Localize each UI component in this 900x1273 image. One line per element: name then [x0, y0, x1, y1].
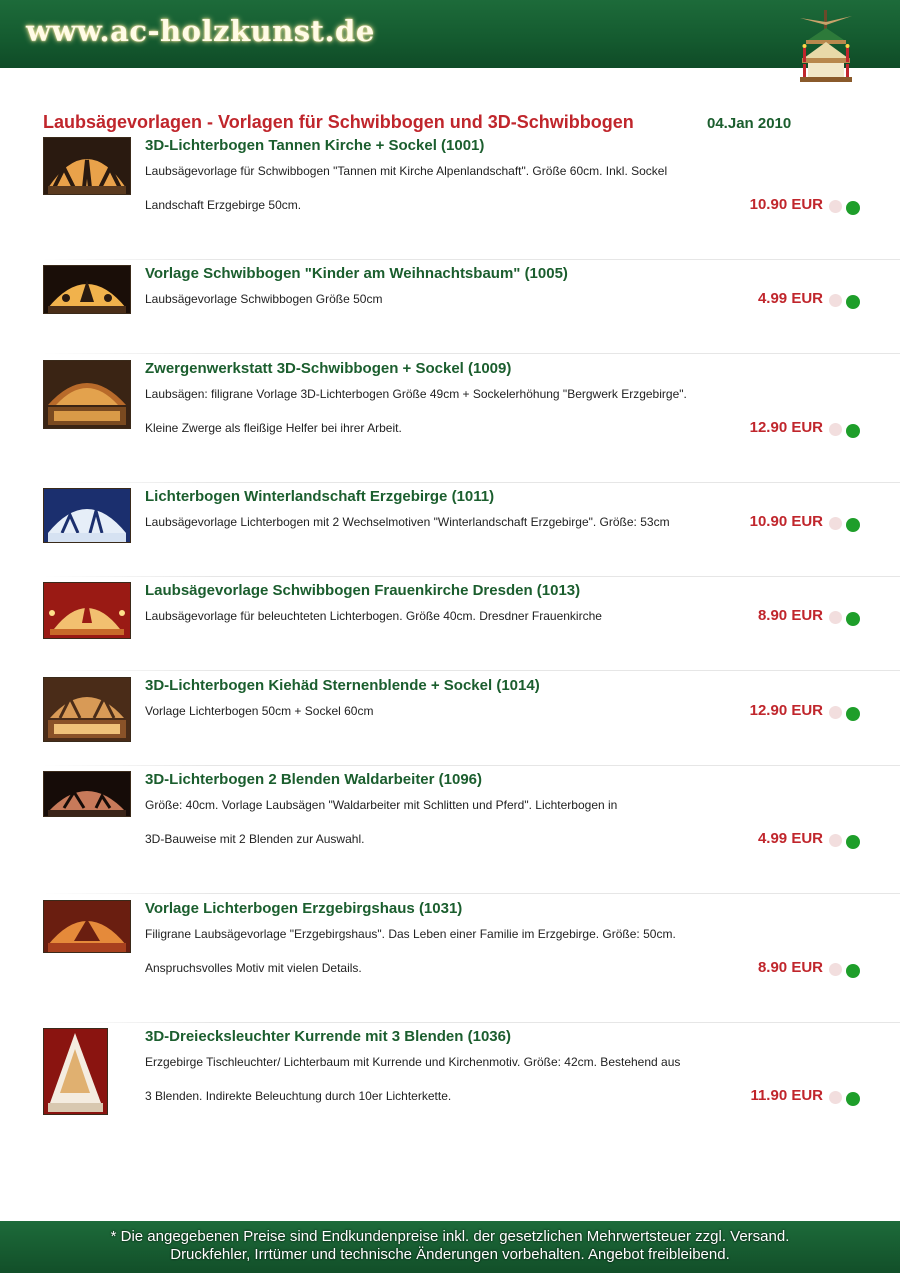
row-divider: [43, 353, 900, 354]
christmas-pyramid-logo: [800, 10, 852, 82]
product-price: 8.90 EUR: [757, 607, 823, 624]
product-thumbnail[interactable]: [43, 900, 131, 953]
product-thumbnail[interactable]: [43, 771, 131, 817]
product-description: Laubsägen: filigrane Vorlage 3D-Lichterb…: [145, 387, 687, 401]
footer-line-2: Druckfehler, Irrtümer und technische Änd…: [170, 1246, 730, 1263]
product-thumbnail[interactable]: [43, 582, 131, 639]
product-thumbnail[interactable]: [43, 137, 131, 195]
product-title[interactable]: 3D-Lichterbogen Kiehäd Sternenblende + S…: [145, 677, 540, 694]
product-description: Erzgebirge Tischleuchter/ Lichterbaum mi…: [145, 1055, 681, 1069]
product-title[interactable]: 3D-Lichterbogen 2 Blenden Waldarbeiter (…: [145, 771, 482, 788]
product-title[interactable]: Vorlage Lichterbogen Erzgebirgshaus (103…: [145, 900, 462, 917]
availability-indicator: [829, 610, 863, 626]
product-title[interactable]: Vorlage Schwibbogen "Kinder am Weihnacht…: [145, 265, 568, 282]
product-description-continued: Kleine Zwerge als fleißige Helfer bei ih…: [145, 421, 402, 435]
product-description: Laubsägevorlage für beleuchteten Lichter…: [145, 609, 602, 623]
product-price: 10.90 EUR: [749, 513, 823, 530]
product-description-continued: 3 Blenden. Indirekte Beleuchtung durch 1…: [145, 1089, 452, 1103]
product-price: 4.99 EUR: [757, 830, 823, 847]
row-divider: [43, 576, 900, 577]
product-price: 10.90 EUR: [749, 196, 823, 213]
site-header: www.ac-holzkunst.de: [0, 0, 900, 82]
product-description-continued: Anspruchsvolles Motiv mit vielen Details…: [145, 961, 362, 975]
product-price: 11.90 EUR: [750, 1087, 823, 1104]
row-divider: [43, 259, 900, 260]
product-title[interactable]: Laubsägevorlage Schwibbogen Frauenkirche…: [145, 582, 580, 599]
product-title[interactable]: 3D-Lichterbogen Tannen Kirche + Sockel (…: [145, 137, 484, 154]
product-title[interactable]: Zwergenwerkstatt 3D-Schwibbogen + Sockel…: [145, 360, 511, 377]
product-price: 12.90 EUR: [749, 702, 823, 719]
product-description: Vorlage Lichterbogen 50cm + Sockel 60cm: [145, 704, 374, 718]
availability-indicator: [829, 833, 863, 849]
availability-indicator: [829, 962, 863, 978]
product-price: 4.99 EUR: [757, 290, 823, 307]
row-divider: [43, 765, 900, 766]
product-thumbnail[interactable]: [43, 265, 131, 314]
availability-indicator: [829, 516, 863, 532]
site-title[interactable]: www.ac-holzkunst.de: [26, 14, 375, 48]
availability-indicator: [829, 1090, 863, 1106]
product-title[interactable]: Lichterbogen Winterlandschaft Erzgebirge…: [145, 488, 494, 505]
availability-indicator: [829, 705, 863, 721]
product-thumbnail[interactable]: [43, 677, 131, 742]
row-divider: [43, 670, 900, 671]
product-description: Laubsägevorlage für Schwibbogen "Tannen …: [145, 164, 668, 178]
product-description: Laubsägevorlage Schwibbogen Größe 50cm: [145, 292, 383, 306]
product-thumbnail[interactable]: [43, 488, 131, 543]
product-description-continued: Landschaft Erzgebirge 50cm.: [145, 198, 302, 212]
product-price: 8.90 EUR: [757, 959, 823, 976]
product-description: Größe: 40cm. Vorlage Laubsägen "Waldarbe…: [145, 798, 618, 812]
footer-disclaimer: * Die angegebenen Preise sind Endkundenp…: [0, 1221, 900, 1273]
page-date: 04.Jan 2010: [707, 115, 792, 132]
product-title[interactable]: 3D-Dreiecksleuchter Kurrende mit 3 Blend…: [145, 1028, 511, 1045]
product-thumbnail[interactable]: [43, 360, 131, 429]
availability-indicator: [829, 199, 863, 215]
row-divider: [43, 1022, 900, 1023]
footer-line-1: * Die angegebenen Preise sind Endkundenp…: [110, 1228, 790, 1245]
row-divider: [43, 893, 900, 894]
product-thumbnail[interactable]: [43, 1028, 108, 1115]
product-description-continued: 3D-Bauweise mit 2 Blenden zur Auswahl.: [145, 832, 365, 846]
availability-indicator: [829, 293, 863, 309]
availability-indicator: [829, 422, 863, 438]
page-heading: Laubsägevorlagen - Vorlagen für Schwibbo…: [43, 112, 634, 132]
product-description: Laubsägevorlage Lichterbogen mit 2 Wechs…: [145, 515, 670, 529]
product-description: Filigrane Laubsägevorlage "Erzgebirgshau…: [145, 927, 676, 941]
row-divider: [43, 482, 900, 483]
product-price: 12.90 EUR: [749, 419, 823, 436]
